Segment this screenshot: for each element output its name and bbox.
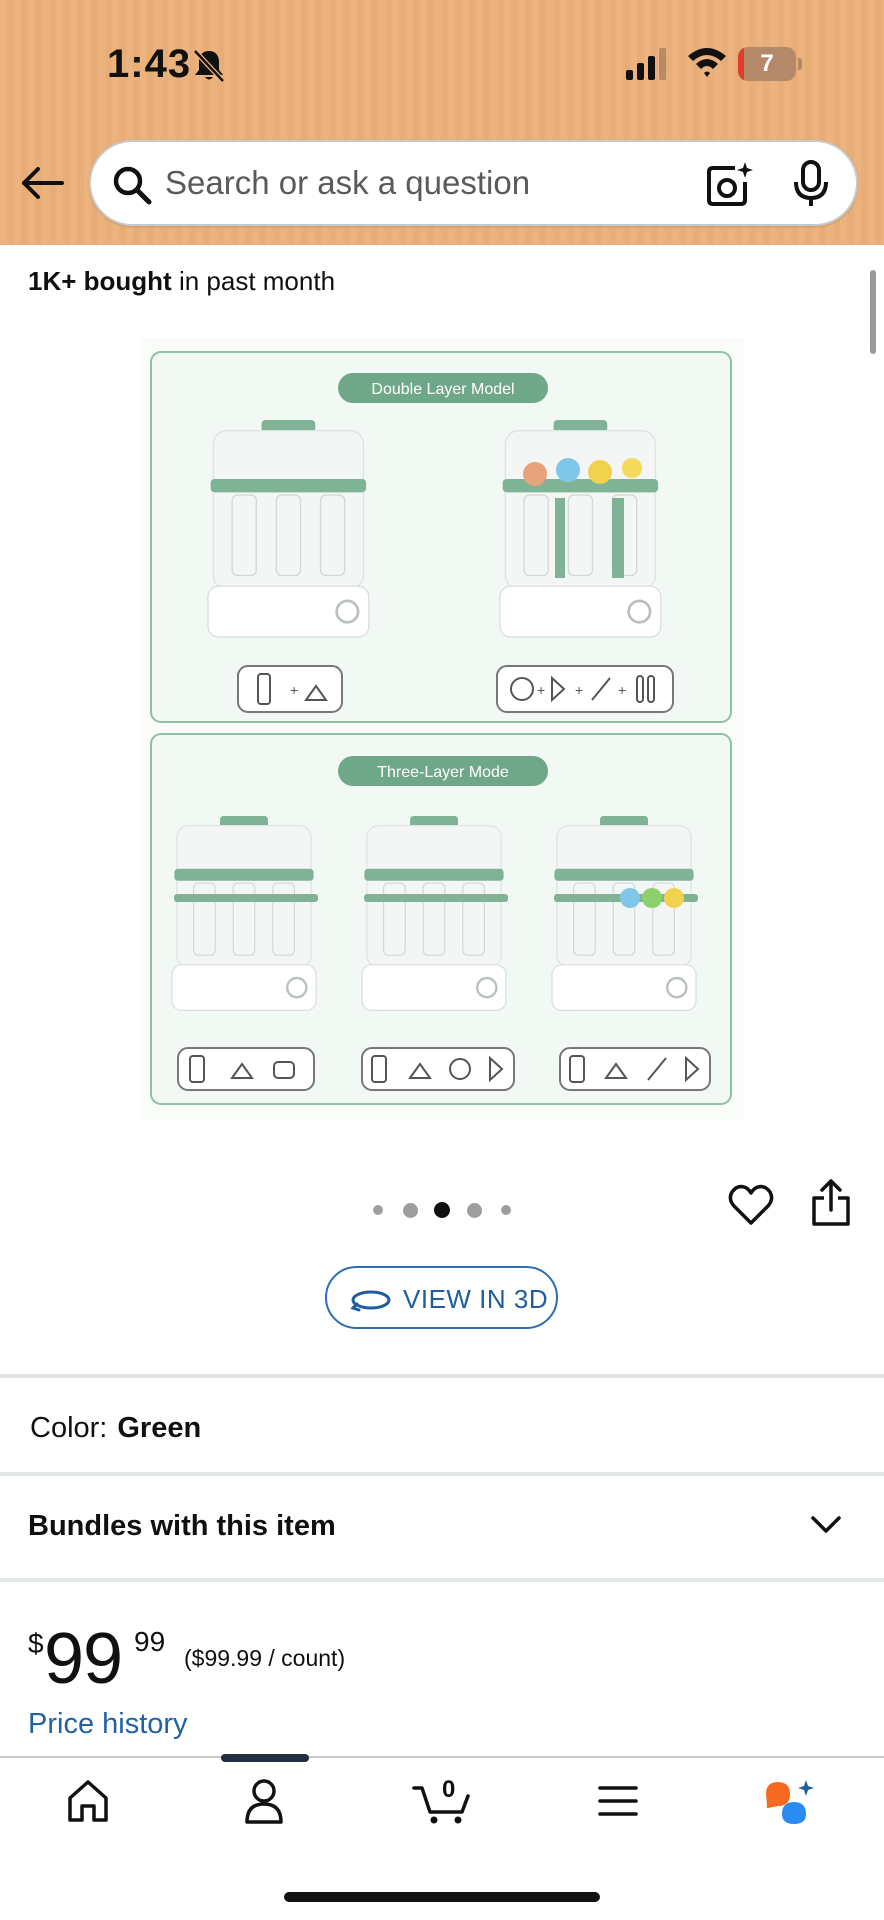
back-arrow-icon[interactable]: [18, 158, 68, 208]
sterilizer-illustration: Double Layer Model + + + + Three-Layer M…: [150, 351, 732, 1105]
share-icon[interactable]: [810, 1178, 852, 1228]
double-layer-label: Double Layer Model: [371, 381, 514, 398]
price-whole: 99: [44, 1619, 123, 1699]
color-selector[interactable]: Color: Green: [30, 1412, 201, 1445]
battery-icon: 7: [738, 47, 802, 81]
svg-text:+: +: [290, 682, 298, 698]
carousel-dot[interactable]: [501, 1205, 511, 1215]
view-in-3d-label: VIEW IN 3D: [403, 1284, 549, 1314]
assistant-icon[interactable]: [764, 1778, 820, 1824]
chevron-down-icon[interactable]: [810, 1514, 842, 1536]
bundles-label[interactable]: Bundles with this item: [28, 1510, 336, 1543]
app-header: 1:43 7: [0, 0, 884, 245]
price-per-unit: ($99.99 / count): [184, 1645, 346, 1671]
price-history-link[interactable]: Price history: [28, 1708, 188, 1741]
cart-count: 0: [442, 1776, 456, 1803]
section-divider: [0, 1578, 884, 1582]
account-icon[interactable]: [244, 1778, 284, 1824]
battery-level: 7: [760, 50, 774, 77]
view-in-3d-button[interactable]: VIEW IN 3D: [325, 1266, 558, 1329]
carousel-dot[interactable]: [373, 1205, 383, 1215]
search-bar[interactable]: [89, 140, 858, 226]
heart-icon[interactable]: [728, 1183, 774, 1229]
home-indicator: [284, 1892, 600, 1902]
section-divider: [0, 1374, 884, 1378]
cellular-signal-icon: [626, 48, 666, 80]
carousel-dot[interactable]: [434, 1202, 450, 1218]
color-value: Green: [117, 1412, 202, 1444]
price: $ 99 99 ($99.99 / count): [28, 1612, 528, 1699]
three-layer-label: Three-Layer Mode: [377, 764, 509, 781]
search-input[interactable]: [165, 158, 635, 208]
search-icon: [113, 166, 152, 205]
menu-icon[interactable]: [598, 1778, 638, 1824]
active-tab-indicator: [221, 1754, 309, 1762]
color-label: Color:: [30, 1412, 108, 1444]
price-fraction: 99: [134, 1626, 166, 1657]
bought-in-past-month: 1K+ bought in past month: [28, 266, 336, 296]
carousel-dot[interactable]: [402, 1202, 418, 1218]
scroll-indicator[interactable]: [870, 270, 876, 354]
bell-muted-icon: [193, 49, 225, 83]
status-time: 1:43: [107, 42, 192, 86]
wifi-icon: [688, 48, 726, 77]
camera-lens-icon[interactable]: [705, 160, 753, 208]
price-symbol: $: [28, 1628, 44, 1659]
svg-text:+: +: [618, 682, 626, 698]
svg-text:+: +: [537, 682, 545, 698]
section-divider: [0, 1472, 884, 1476]
carousel-dot[interactable]: [466, 1202, 482, 1218]
microphone-icon[interactable]: [791, 160, 831, 208]
svg-text:+: +: [575, 682, 583, 698]
carousel-dots[interactable]: [370, 1198, 515, 1222]
rotate-3d-icon: [350, 1290, 391, 1312]
home-icon[interactable]: [66, 1778, 110, 1824]
product-image[interactable]: Double Layer Model + + + + Three-Layer M…: [140, 338, 744, 1120]
